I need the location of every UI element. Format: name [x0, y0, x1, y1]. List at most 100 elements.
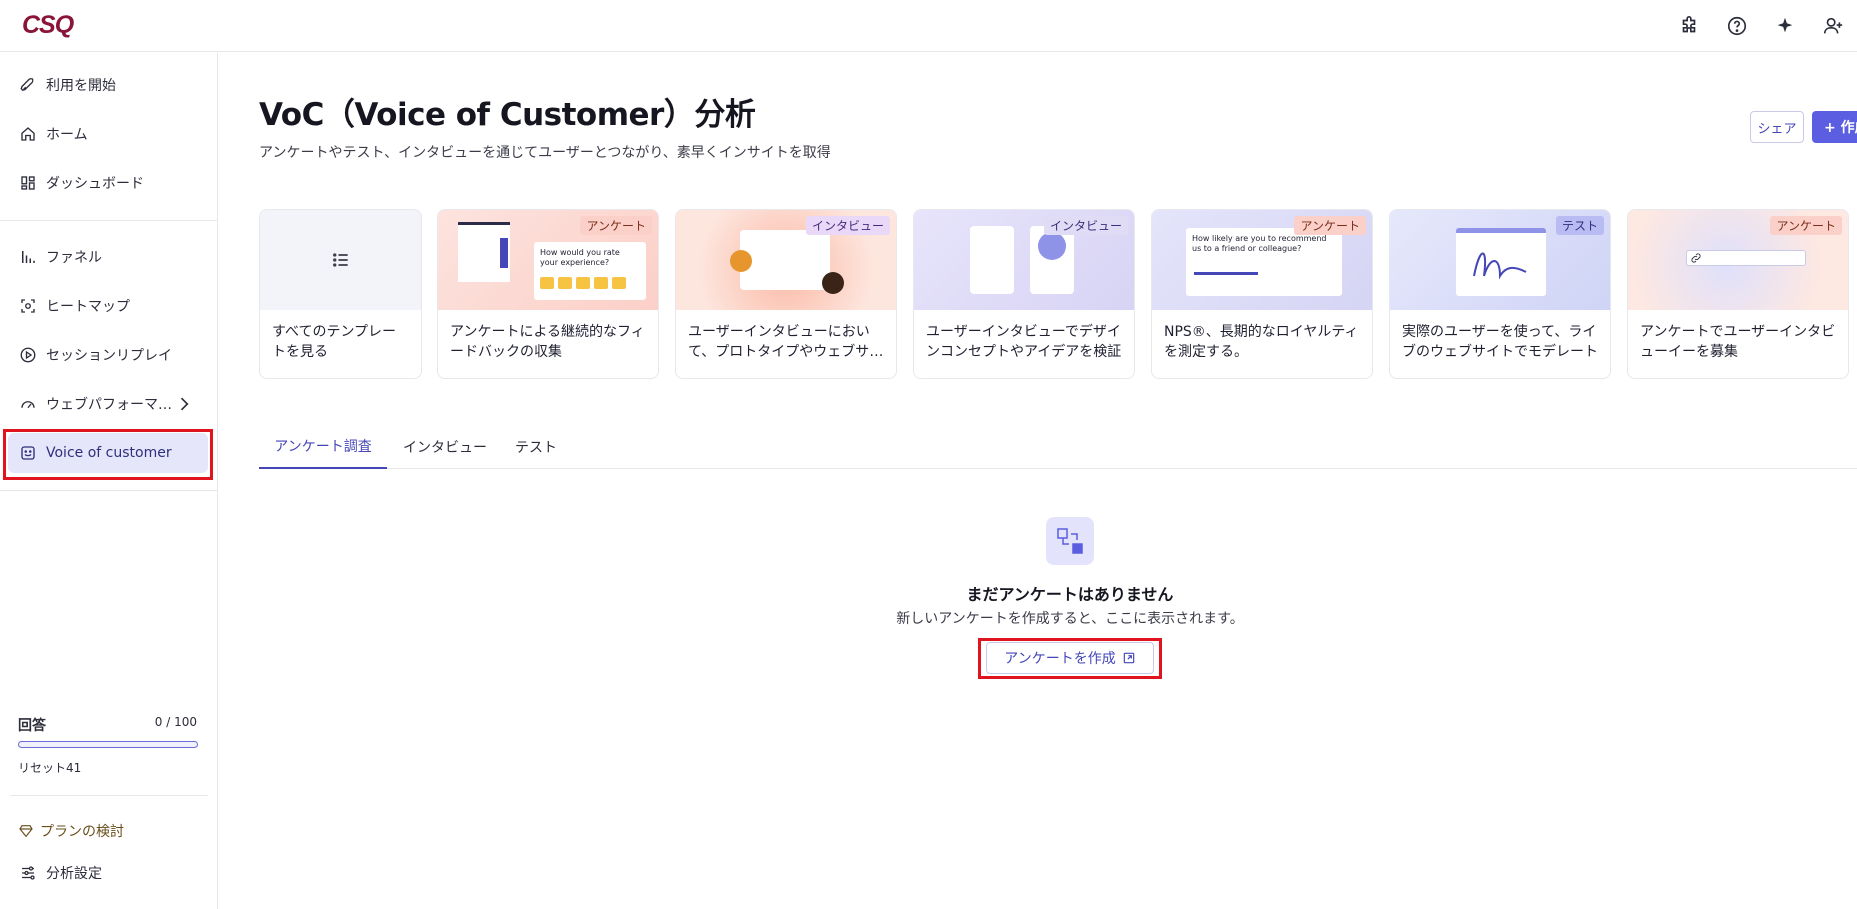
card-tag: インタビュー — [805, 216, 890, 235]
main-content: VoC（Voice of Customer）分析 アンケートやテスト、インタビュ… — [219, 53, 1857, 909]
funnel-icon — [18, 247, 38, 267]
person-icon — [822, 272, 844, 294]
sidebar-item-label: セッションリプレイ — [46, 348, 172, 364]
tab-interviews[interactable]: インタビュー — [395, 425, 495, 469]
sidebar-item-web-performance[interactable]: ウェブパフォーマ… — [8, 384, 208, 424]
sidebar-item-label: ファネル — [46, 250, 102, 266]
heatmap-icon — [18, 296, 38, 316]
create-button[interactable]: + 作成 — [1812, 111, 1857, 143]
sidebar-item-settings[interactable]: 分析設定 — [8, 853, 208, 893]
sidebar-item-home[interactable]: ホーム — [8, 114, 208, 154]
emoji-icon — [594, 277, 608, 289]
chevron-right-icon[interactable] — [174, 394, 194, 414]
sidebar-divider — [0, 490, 218, 491]
card-text: アンケートによる継続的なフィードバックの収集 — [450, 324, 645, 360]
home-icon — [18, 124, 38, 144]
top-bar: CSQ — [0, 0, 1857, 52]
card-image: インタビュー — [676, 210, 896, 310]
mock-card — [970, 226, 1014, 294]
template-card-feedback[interactable]: How would you rate your experience? アンケー… — [437, 209, 659, 379]
gauge-icon — [18, 394, 38, 414]
page-title: VoC（Voice of Customer）分析 — [259, 97, 756, 133]
card-text: ユーザーインタビューにおいて、プロトタイプやウェブサイトを — [688, 324, 884, 360]
share-button[interactable]: シェア — [1750, 111, 1804, 143]
sidebar-divider — [0, 220, 218, 221]
sidebar-item-label: ダッシュボード — [46, 176, 144, 192]
check-icon — [1038, 232, 1066, 260]
add-user-icon[interactable] — [1809, 12, 1857, 40]
highlight-create-survey — [978, 638, 1162, 679]
sidebar-item-label: ウェブパフォーマ… — [46, 397, 172, 413]
card-tag: アンケート — [1294, 216, 1366, 235]
sidebar-item-dashboard[interactable]: ダッシュボード — [8, 163, 208, 203]
emoji-icon — [612, 277, 626, 289]
logo[interactable]: CSQ — [22, 11, 74, 40]
plan-link[interactable]: プランの検討 — [18, 821, 124, 841]
page-subtitle: アンケートやテスト、インタビューを通じてユーザーとつながり、素早くインサイトを取… — [259, 145, 831, 161]
signature-icon — [1473, 252, 1527, 280]
card-tag: アンケート — [580, 216, 652, 235]
template-card-recruit[interactable]: アンケート アンケートでユーザーインタビューイーを募集 — [1627, 209, 1849, 379]
empty-state-description: 新しいアンケートを作成すると、ここに表示されます。 — [896, 611, 1244, 627]
dashboard-icon — [18, 173, 38, 193]
link-icon — [1691, 253, 1701, 263]
card-text: 実際のユーザーを使って、ライブのウェブサイトでモデレート — [1402, 324, 1598, 360]
diamond-icon — [18, 823, 34, 839]
sparkle-icon[interactable] — [1761, 12, 1809, 40]
tab-surveys[interactable]: アンケート調査 — [259, 425, 387, 469]
sidebar-item-label: ヒートマップ — [46, 299, 130, 315]
sidebar-divider — [10, 795, 208, 796]
quota-reset: リセット41 — [18, 761, 82, 775]
sidebar-item-funnel[interactable]: ファネル — [8, 237, 208, 277]
card-image: インタビュー — [914, 210, 1134, 310]
mock-link-field — [1686, 250, 1806, 266]
sidebar-item-get-started[interactable]: 利用を開始 — [8, 65, 208, 105]
list-icon — [332, 253, 348, 267]
card-text: すべてのテンプレートを見る — [272, 324, 397, 360]
highlight-voc — [3, 429, 213, 480]
template-card-interview-prototype[interactable]: インタビュー ユーザーインタビューにおいて、プロトタイプやウェブサイトを — [675, 209, 897, 379]
quota-label: 回答 — [18, 718, 46, 734]
mock-window — [740, 230, 830, 290]
tab-bar: アンケート調査 インタビュー テスト — [259, 425, 1857, 469]
person-icon — [730, 250, 752, 272]
card-text: NPS®、長期的なロイヤルティを測定する。 — [1164, 324, 1359, 360]
sidebar-item-label: 利用を開始 — [46, 78, 116, 94]
quota-value: 0 / 100 — [154, 715, 197, 729]
emoji-icon — [558, 277, 572, 289]
tab-tests[interactable]: テスト — [503, 425, 569, 469]
card-image: How likely are you to recommend us to a … — [1152, 210, 1372, 310]
sliders-icon — [18, 863, 38, 883]
puzzle-icon[interactable] — [1665, 12, 1713, 40]
template-card-all[interactable]: すべてのテンプレートを見る — [259, 209, 422, 379]
sidebar-item-label: ホーム — [46, 127, 88, 143]
empty-state-title: まだアンケートはありません — [966, 585, 1174, 604]
card-image — [260, 210, 421, 310]
help-icon[interactable] — [1713, 12, 1761, 40]
card-image: How would you rate your experience? アンケー… — [438, 210, 658, 310]
card-image: テスト — [1390, 210, 1610, 310]
quota-progress-bar — [18, 741, 198, 748]
template-card-nps[interactable]: How likely are you to recommend us to a … — [1151, 209, 1373, 379]
mock-tab — [500, 238, 508, 268]
mock-question: How likely are you to recommend us to a … — [1186, 228, 1342, 296]
card-text: アンケートでユーザーインタビューイーを募集 — [1640, 324, 1836, 360]
card-image: アンケート — [1628, 210, 1848, 310]
rocket-icon — [18, 75, 38, 95]
sidebar-item-session-replay[interactable]: セッションリプレイ — [8, 335, 208, 375]
empty-state-icon — [1046, 517, 1094, 565]
emoji-icon — [576, 277, 590, 289]
mock-question: How would you rate your experience? — [534, 242, 646, 300]
replay-icon — [18, 345, 38, 365]
template-card-interview-concept[interactable]: インタビュー ユーザーインタビューでデザインコンセプトやアイデアを検証 — [913, 209, 1135, 379]
sidebar-item-heatmap[interactable]: ヒートマップ — [8, 286, 208, 326]
card-tag: テスト — [1555, 216, 1604, 235]
card-tag: アンケート — [1770, 216, 1842, 235]
sidebar-item-label: 分析設定 — [46, 866, 102, 882]
emoji-row — [540, 277, 626, 289]
card-text: ユーザーインタビューでデザインコンセプトやアイデアを検証 — [926, 324, 1122, 360]
nps-scale-bar — [1194, 272, 1258, 275]
template-card-test[interactable]: テスト 実際のユーザーを使って、ライブのウェブサイトでモデレート — [1389, 209, 1611, 379]
sidebar: 利用を開始 ホーム ダッシュボード ファネル ヒートマップ セッションリプレイ … — [0, 53, 218, 909]
plan-label: プランの検討 — [40, 824, 124, 840]
